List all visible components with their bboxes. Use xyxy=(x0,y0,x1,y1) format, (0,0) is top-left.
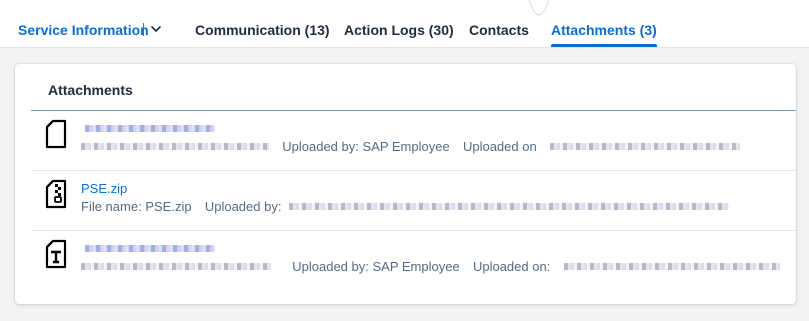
tab-contacts[interactable]: Contacts xyxy=(469,0,529,47)
uploaded-on-label: Uploaded on xyxy=(462,139,537,155)
uploaded-by-label: Uploaded by: xyxy=(292,259,369,275)
zip-file-icon xyxy=(45,179,67,209)
uploaded-by-label: Uploaded by: xyxy=(282,139,359,155)
tab-bar: Service Information Communication (13) A… xyxy=(0,0,809,48)
redacted-upload-date xyxy=(563,263,780,271)
attachment-name[interactable]: PSE.zip xyxy=(81,181,127,196)
tab-separator xyxy=(143,23,144,36)
redacted-file-name xyxy=(81,143,269,151)
attachment-meta: File name: PSE.zip Uploaded by: xyxy=(81,198,729,214)
tab-label: Communication (13) xyxy=(195,22,330,38)
tab-action-logs[interactable]: Action Logs (30) xyxy=(344,0,454,47)
redacted-file-name xyxy=(81,263,271,271)
attachment-meta: Uploaded by: SAP Employee Uploaded on xyxy=(81,138,740,154)
redacted-name xyxy=(84,125,215,133)
uploaded-by-label: Uploaded by: xyxy=(204,199,282,215)
file-name-value: PSE.zip xyxy=(145,199,192,215)
tab-label: Contacts xyxy=(469,22,529,38)
document-icon xyxy=(45,119,67,149)
attachment-row[interactable]: PSE.zip File name: PSE.zip Uploaded by: xyxy=(15,171,796,231)
tab-attachments[interactable]: Attachments (3) xyxy=(551,0,657,47)
tab-service-information[interactable]: Service Information xyxy=(18,0,149,47)
collapse-handle-icon[interactable] xyxy=(528,0,550,20)
attachment-name-link[interactable]: PSE.zip xyxy=(81,180,127,196)
file-name-label: File name: xyxy=(81,199,142,215)
redacted-upload-date xyxy=(549,143,740,151)
chevron-down-icon[interactable] xyxy=(149,21,163,37)
redacted-upload-info xyxy=(288,203,729,211)
uploaded-by-value: SAP Employee xyxy=(362,139,450,155)
active-tab-indicator xyxy=(551,44,657,47)
uploaded-on-label: Uploaded on: xyxy=(472,259,551,275)
uploaded-by-value: SAP Employee xyxy=(372,259,460,275)
tab-label: Action Logs (30) xyxy=(344,22,454,38)
tab-label: Attachments (3) xyxy=(551,22,657,38)
tab-communication[interactable]: Communication (13) xyxy=(195,0,330,47)
tab-label: Service Information xyxy=(18,22,149,38)
text-file-icon xyxy=(45,239,67,269)
attachment-name-link[interactable] xyxy=(81,240,215,255)
attachments-card: Attachments Uploaded by: SAP Employee Up… xyxy=(15,64,796,304)
card-title: Attachments xyxy=(48,82,133,98)
attachment-row[interactable]: Uploaded by: SAP Employee Uploaded on xyxy=(15,111,796,171)
attachment-row[interactable]: Uploaded by: SAP Employee Uploaded on: xyxy=(15,231,796,291)
attachment-meta: Uploaded by: SAP Employee Uploaded on: xyxy=(81,258,780,274)
attachment-name-link[interactable] xyxy=(81,120,215,135)
redacted-name xyxy=(84,245,215,253)
